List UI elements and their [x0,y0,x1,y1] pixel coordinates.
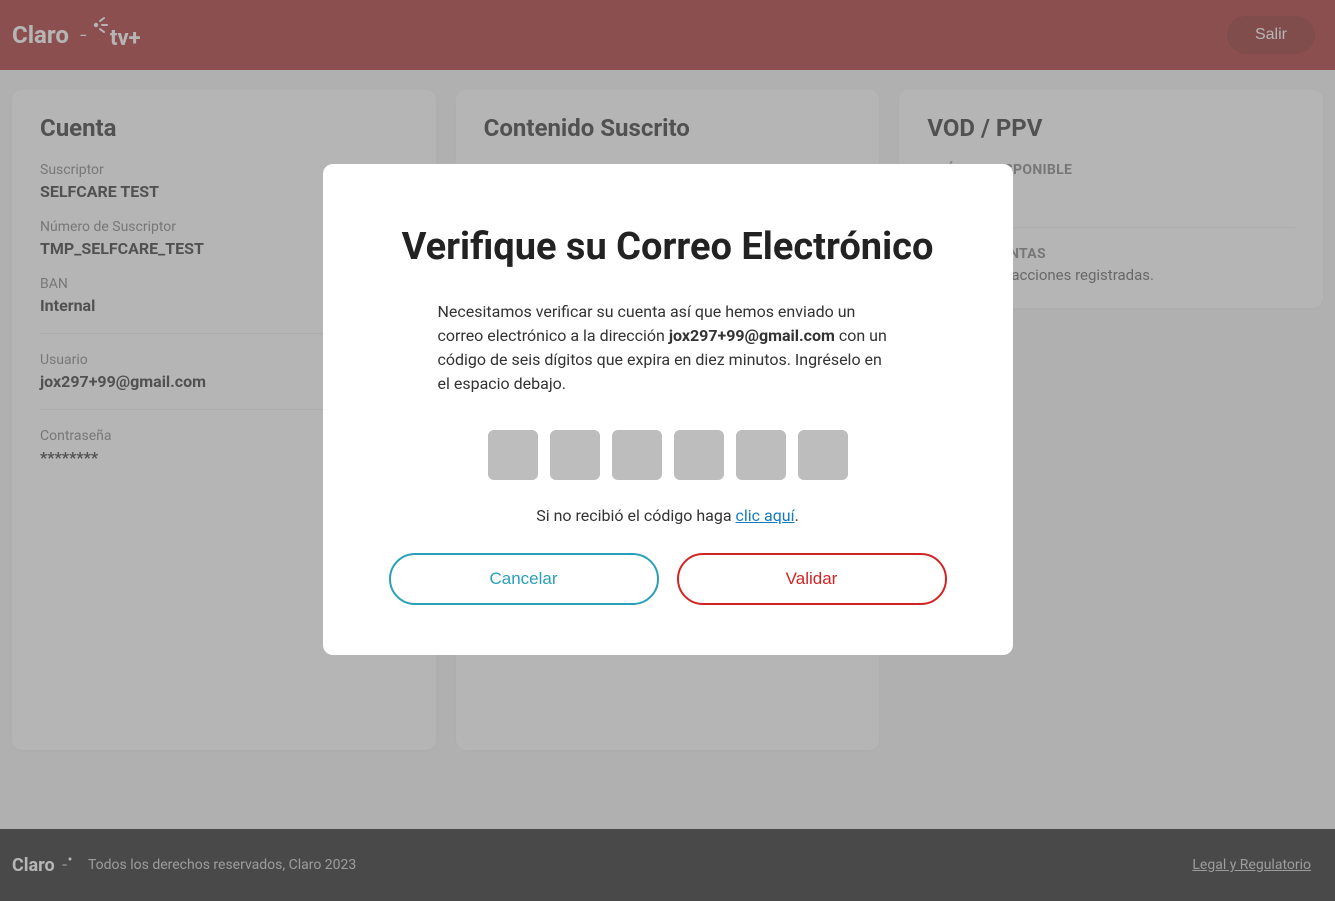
otp-digit-3[interactable] [612,430,662,480]
modal-overlay: Verifique su Correo Electrónico Necesita… [0,0,1335,901]
modal-title: Verifique su Correo Electrónico [383,224,953,272]
otp-digit-6[interactable] [798,430,848,480]
modal-email: jox297+99@gmail.com [669,326,835,345]
otp-digit-1[interactable] [488,430,538,480]
modal-actions: Cancelar Validar [383,553,953,605]
resend-pre: Si no recibió el código haga [536,506,735,525]
otp-digit-5[interactable] [736,430,786,480]
cancel-button[interactable]: Cancelar [389,553,659,605]
modal-body: Necesitamos verificar su cuenta así que … [438,300,898,396]
otp-digit-2[interactable] [550,430,600,480]
resend-link[interactable]: clic aquí [736,506,795,525]
resend-row: Si no recibió el código haga clic aquí. [383,506,953,525]
otp-digit-4[interactable] [674,430,724,480]
verify-email-modal: Verifique su Correo Electrónico Necesita… [323,164,1013,655]
validate-button[interactable]: Validar [677,553,947,605]
otp-input-row [383,430,953,480]
resend-post: . [795,506,799,525]
